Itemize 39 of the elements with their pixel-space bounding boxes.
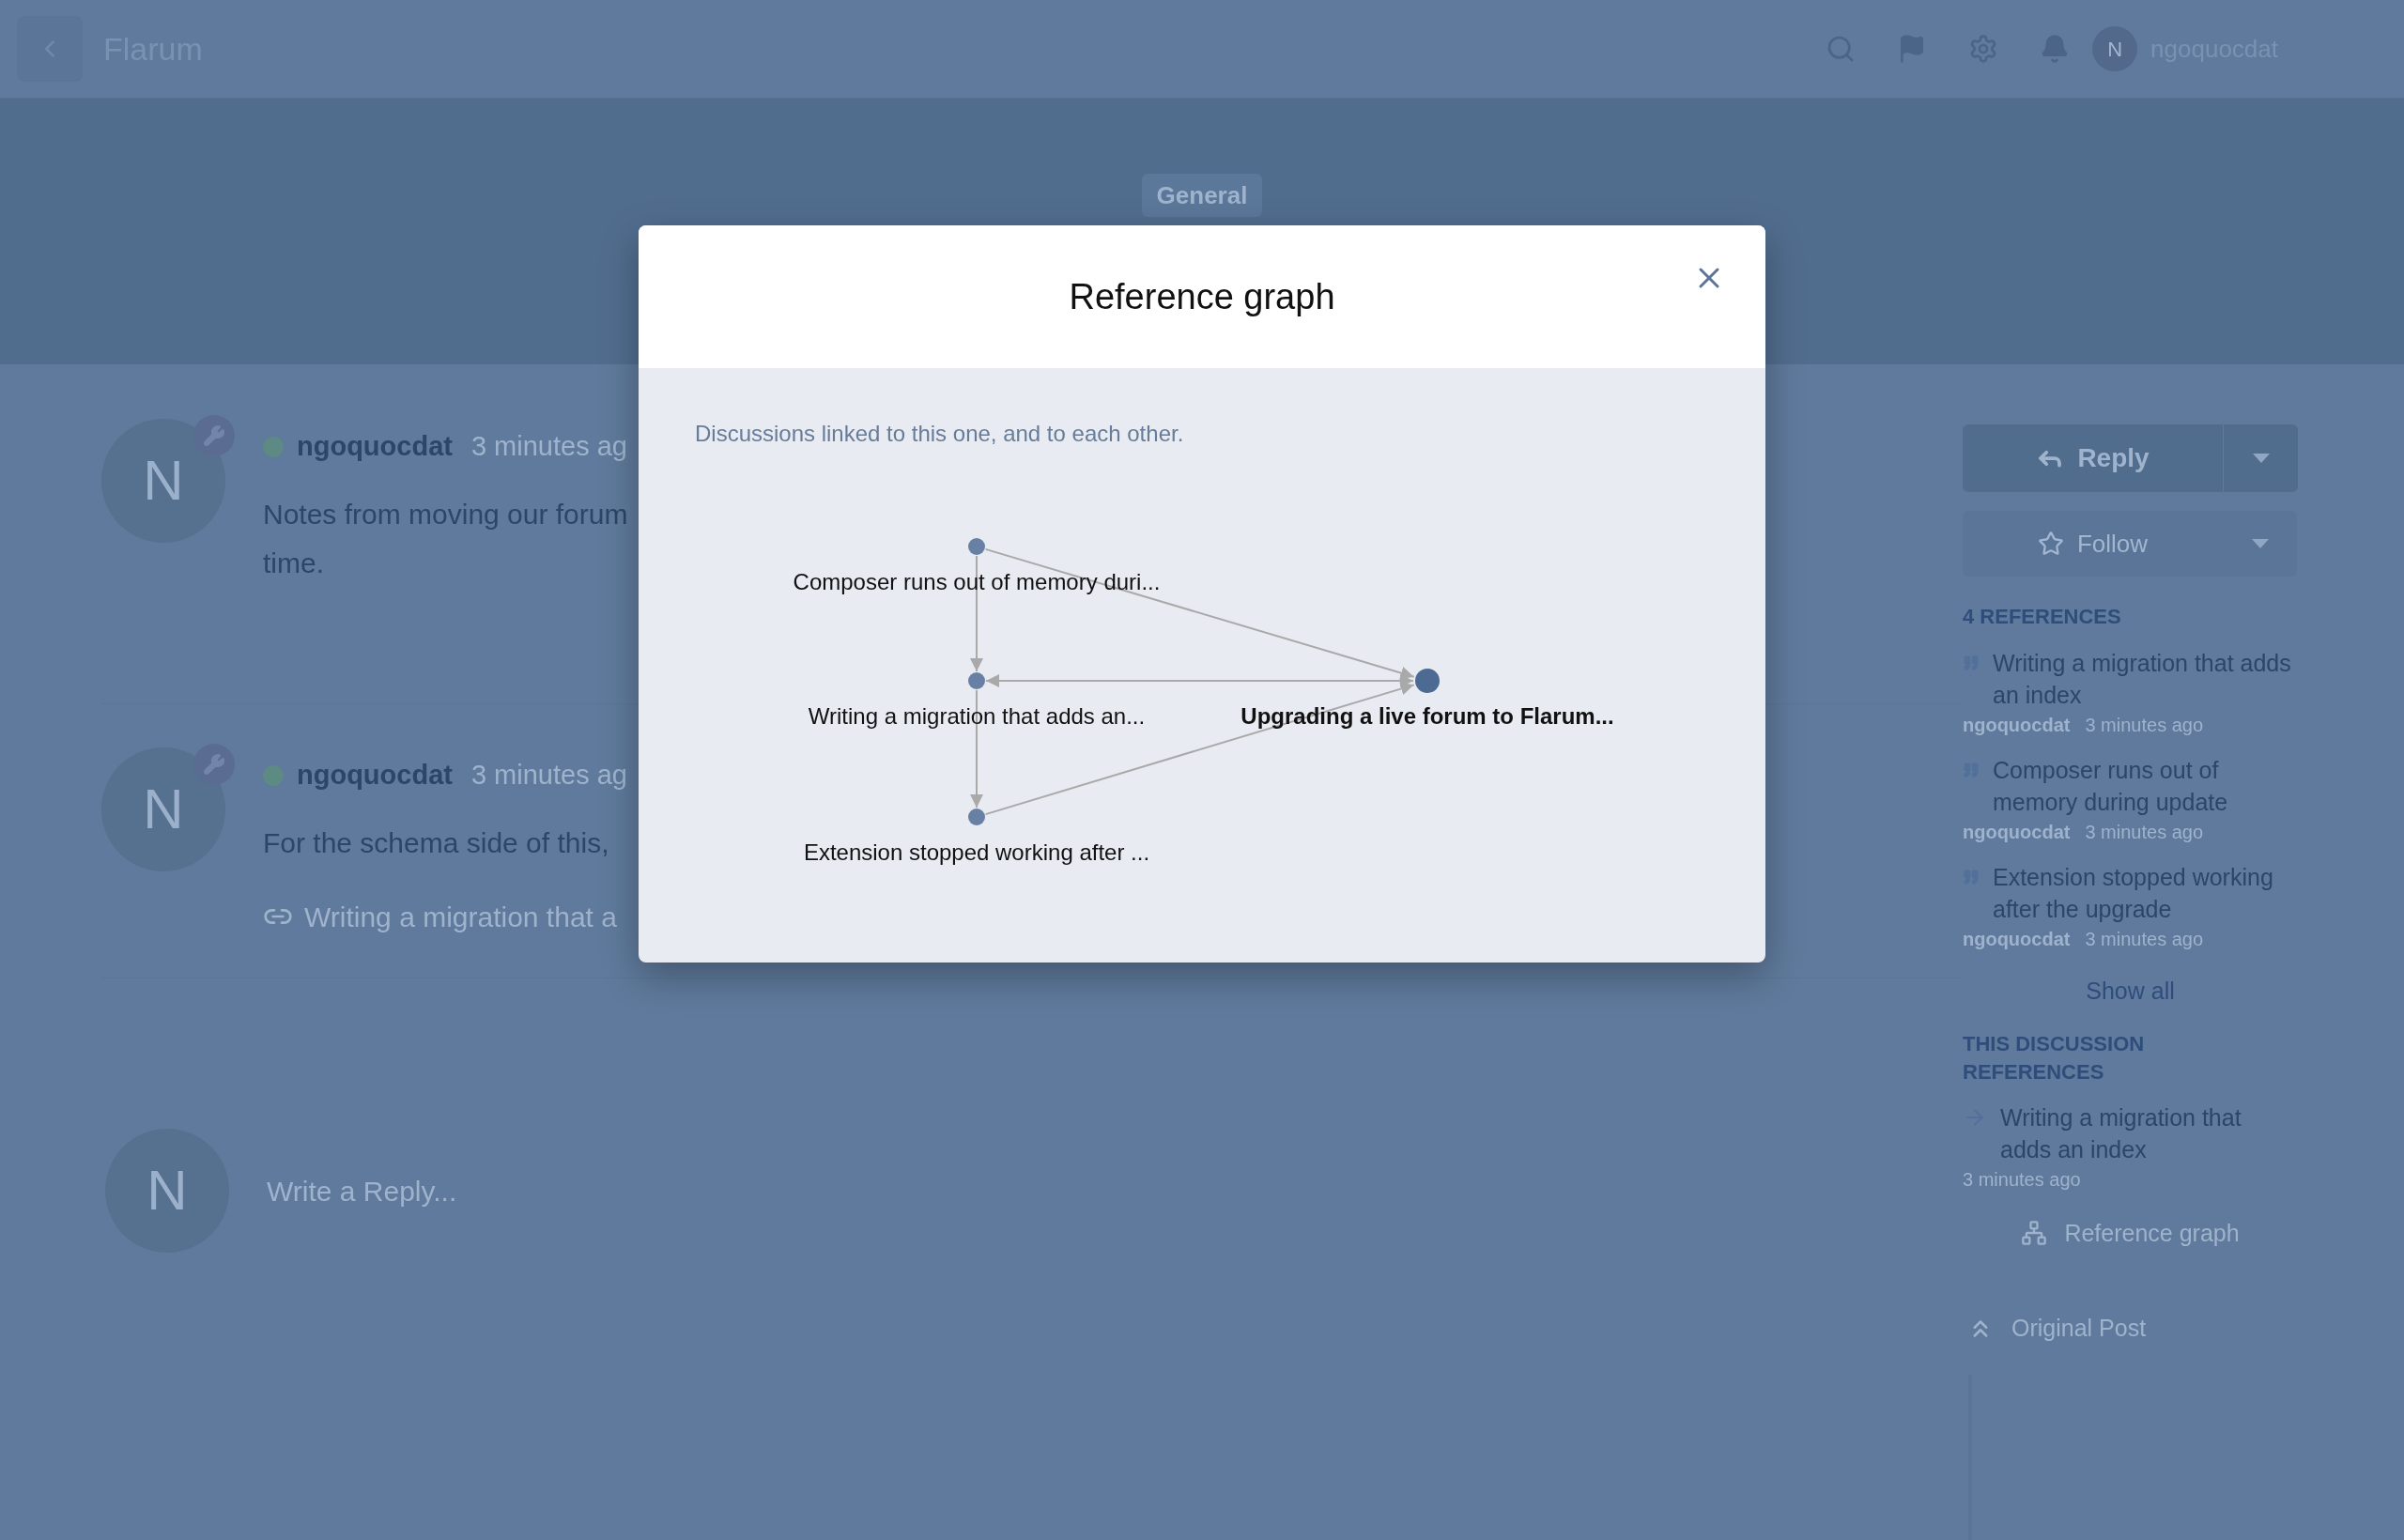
reference-graph-link[interactable]: Reference graph <box>2021 1215 2240 1251</box>
back-button[interactable] <box>17 16 83 82</box>
node-label[interactable]: Extension stopped working after ... <box>803 839 1150 865</box>
modal-title: Reference graph <box>1069 275 1335 318</box>
caret-icon <box>2251 539 2269 548</box>
post-time[interactable]: 3 minutes ag <box>470 426 627 468</box>
graph-icon <box>2021 1220 2048 1247</box>
reference-time: 3 minutes ago <box>2085 821 2204 844</box>
reference-author[interactable]: ngoquocdat <box>1963 925 2071 953</box>
reference-time: 3 minutes ago <box>1963 1167 2082 1192</box>
graph-node[interactable] <box>968 672 985 689</box>
node-label[interactable]: Upgrading a live forum to Flarum... <box>1241 703 1614 729</box>
caret-icon <box>2252 454 2270 463</box>
star-icon <box>2037 531 2064 557</box>
tag-label[interactable]: General <box>1141 174 1263 217</box>
reference-author[interactable]: ngoquocdat <box>1963 818 2071 846</box>
node-label[interactable]: Composer runs out of memory duri... <box>793 569 1161 594</box>
reference-author[interactable]: ngoquocdat <box>1963 711 2071 739</box>
reference-link[interactable]: Writing a migration that a <box>304 895 617 938</box>
follow-options-button[interactable] <box>2223 511 2297 577</box>
post-time[interactable]: 3 minutes ag <box>470 755 627 796</box>
original-post-link[interactable]: Original Post <box>1966 1311 2147 1347</box>
graph-node[interactable] <box>1415 669 1440 693</box>
node-label[interactable]: Writing a migration that adds an... <box>808 703 1146 729</box>
graph-node[interactable] <box>968 808 985 825</box>
modal-description: Discussions linked to this one, and to each other. <box>695 421 1184 446</box>
user-avatar[interactable]: N <box>105 1129 229 1253</box>
reply-field[interactable]: Write a Reply... <box>267 1169 830 1212</box>
follow-button[interactable]: Follow <box>1963 511 2223 577</box>
user-avatar[interactable]: N <box>101 747 225 871</box>
user-avatar[interactable]: N <box>101 419 225 543</box>
wrench-badge-icon <box>193 744 235 785</box>
reference-time: 3 minutes ago <box>2085 928 2204 951</box>
reference-time: 3 minutes ago <box>2085 714 2204 737</box>
reply-button[interactable]: Reply <box>1963 424 2223 492</box>
wrench-badge-icon <box>193 415 235 456</box>
reply-options-button[interactable] <box>2224 424 2298 492</box>
user-avatar[interactable]: N <box>2092 26 2138 71</box>
graph-node[interactable] <box>968 538 985 555</box>
